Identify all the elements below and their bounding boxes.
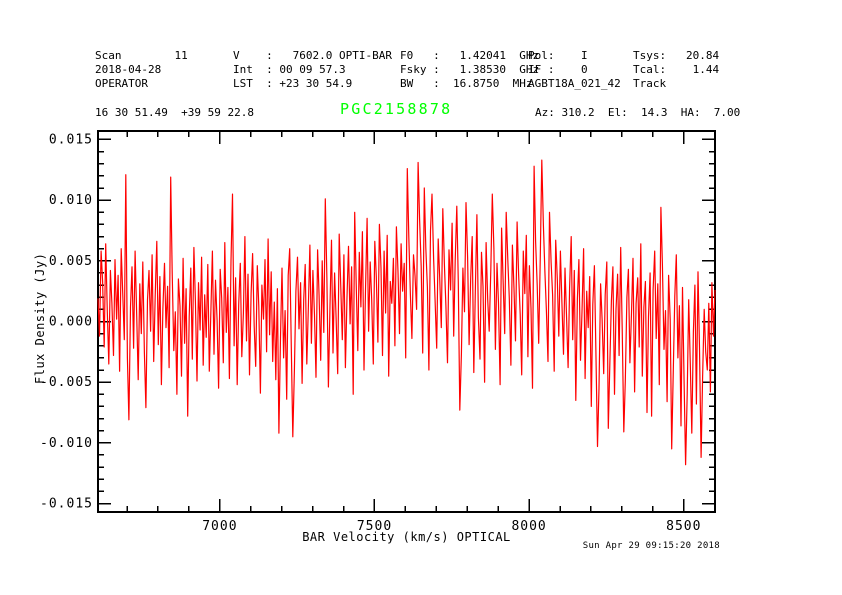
y-tick-label: 0.005 (49, 254, 93, 269)
y-tick-label: -0.015 (40, 497, 93, 512)
y-tick-label: -0.005 (40, 375, 93, 390)
y-tick-label: 0.010 (49, 193, 93, 208)
trace-layer (98, 160, 715, 465)
gbtidl-plot-window: Scan 11 V : 7602.0 OPTI-BAR F0 : 1.42041… (0, 0, 842, 595)
spectrum-plot: 70007500800085000.0150.0100.0050.000-0.0… (0, 0, 842, 595)
y-tick-label: 0.000 (49, 315, 93, 330)
y-axis-title: Flux Density (Jy) (33, 254, 47, 384)
y-tick-label: -0.010 (40, 436, 93, 451)
plot-timestamp: Sun Apr 29 09:15:20 2018 (583, 541, 720, 551)
spectrum-trace (98, 160, 715, 465)
y-tick-label: 0.015 (49, 133, 93, 148)
